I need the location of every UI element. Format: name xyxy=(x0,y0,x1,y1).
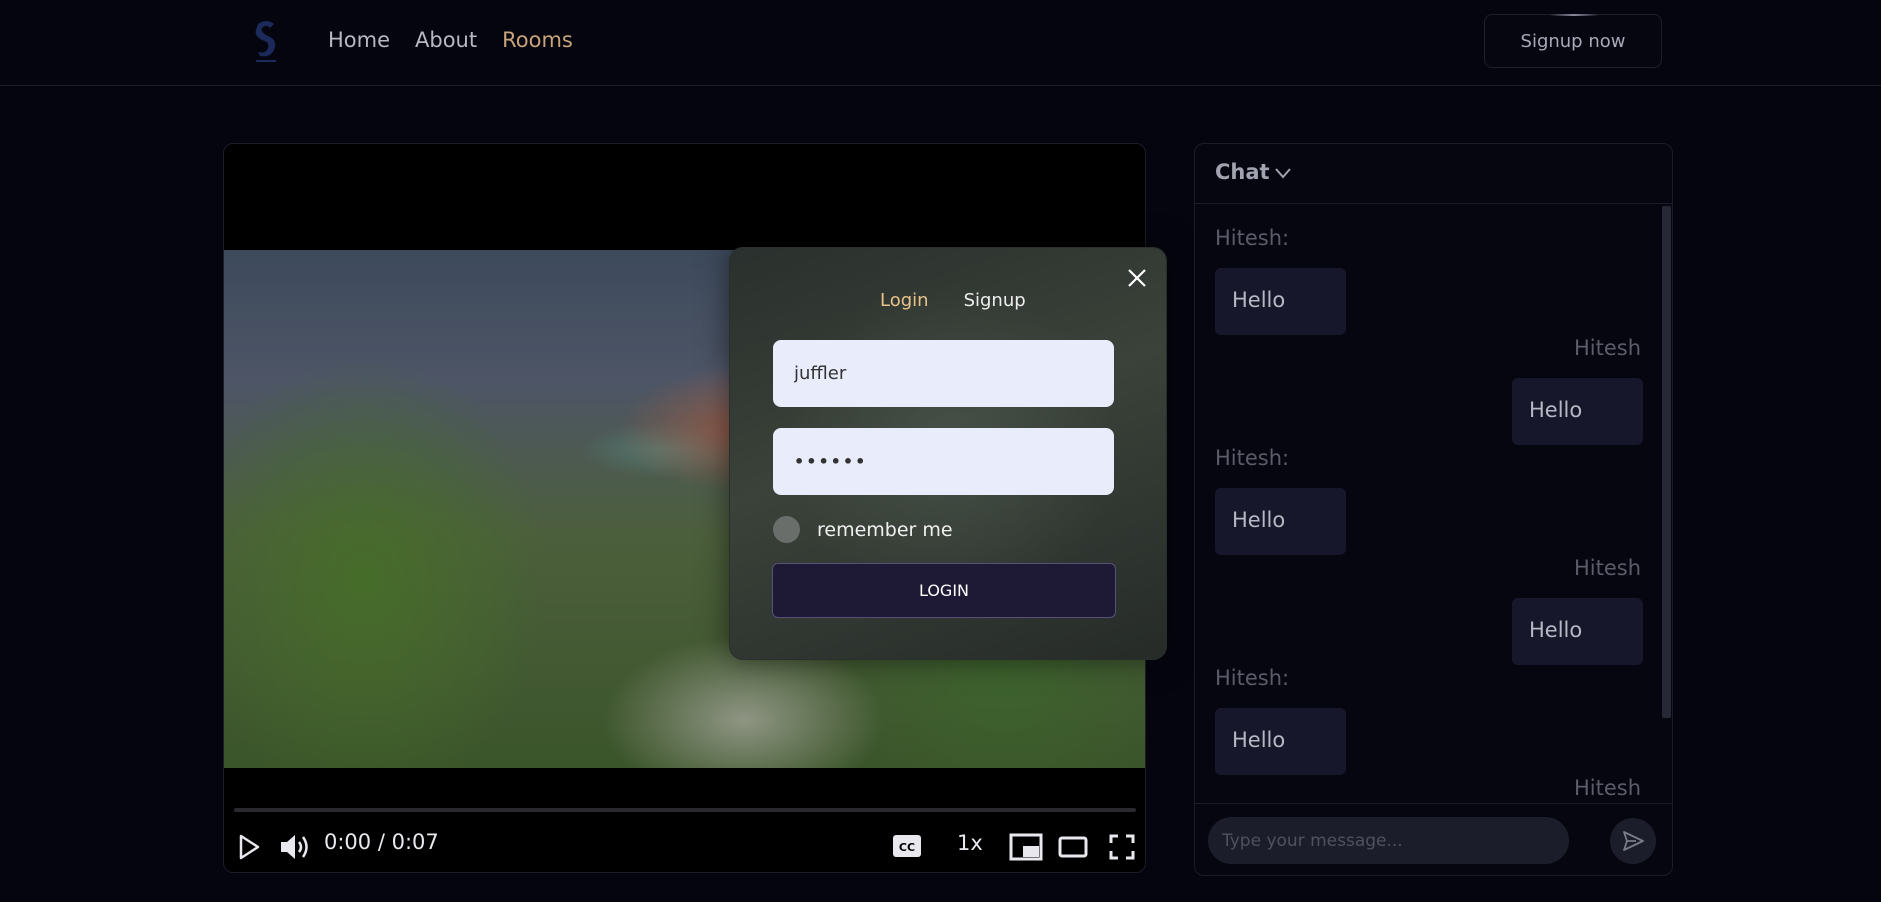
playback-speed-button[interactable]: 1x xyxy=(957,831,983,855)
captions-icon[interactable]: CC xyxy=(892,834,922,858)
auth-modal: Login Signup remember me LOGIN xyxy=(729,247,1167,660)
close-icon[interactable] xyxy=(1125,266,1149,290)
send-icon[interactable] xyxy=(1610,818,1656,864)
fullscreen-icon[interactable] xyxy=(1109,834,1135,860)
remember-me-radio[interactable] xyxy=(773,516,800,543)
message-sender: Hitesh: xyxy=(1215,666,1290,690)
video-time: 0:00 / 0:07 xyxy=(324,830,439,854)
mini-player-icon[interactable] xyxy=(1009,833,1043,861)
tab-signup[interactable]: Signup xyxy=(964,290,1026,311)
chat-footer xyxy=(1195,803,1672,875)
chat-scrollbar[interactable] xyxy=(1662,206,1671,718)
logo-icon[interactable] xyxy=(248,18,284,66)
nav-rooms[interactable]: Rooms xyxy=(502,28,573,52)
chat-header[interactable]: Chat xyxy=(1195,144,1672,204)
message-bubble: Hello xyxy=(1215,488,1346,555)
message-sender: Hitesh xyxy=(1573,556,1641,580)
message-sender: Hitesh: xyxy=(1215,446,1290,470)
volume-icon[interactable] xyxy=(279,832,311,862)
main-nav: Home About Rooms xyxy=(328,28,573,52)
svg-text:CC: CC xyxy=(899,841,915,854)
message-bubble: Hello xyxy=(1512,378,1643,445)
auth-tabs: Login Signup xyxy=(880,290,1026,311)
play-icon[interactable] xyxy=(238,834,260,860)
remember-me-label: remember me xyxy=(817,518,953,541)
login-button[interactable]: LOGIN xyxy=(772,563,1116,618)
message-bubble: Hello xyxy=(1215,708,1346,775)
remember-me-row: remember me xyxy=(773,516,953,543)
message-bubble: Hello xyxy=(1512,598,1643,665)
tab-login[interactable]: Login xyxy=(880,290,929,311)
chat-panel: Chat Hitesh: Hello Hitesh Hello Hitesh: … xyxy=(1194,143,1673,876)
theater-mode-icon[interactable] xyxy=(1058,836,1088,858)
nav-home[interactable]: Home xyxy=(328,28,390,52)
chat-title: Chat xyxy=(1215,160,1270,184)
signup-now-button[interactable]: Signup now xyxy=(1484,14,1662,68)
username-field[interactable] xyxy=(773,340,1114,407)
video-progress-bar[interactable] xyxy=(234,808,1136,812)
chevron-down-icon[interactable] xyxy=(1274,166,1292,180)
message-sender: Hitesh xyxy=(1573,776,1641,800)
message-sender: Hitesh xyxy=(1573,336,1641,360)
message-bubble: Hello xyxy=(1215,268,1346,335)
nav-about[interactable]: About xyxy=(415,28,477,52)
site-header: Home About Rooms Signup now xyxy=(0,0,1881,86)
message-input[interactable] xyxy=(1208,817,1569,864)
message-sender: Hitesh: xyxy=(1215,226,1290,250)
password-field[interactable] xyxy=(773,428,1114,495)
